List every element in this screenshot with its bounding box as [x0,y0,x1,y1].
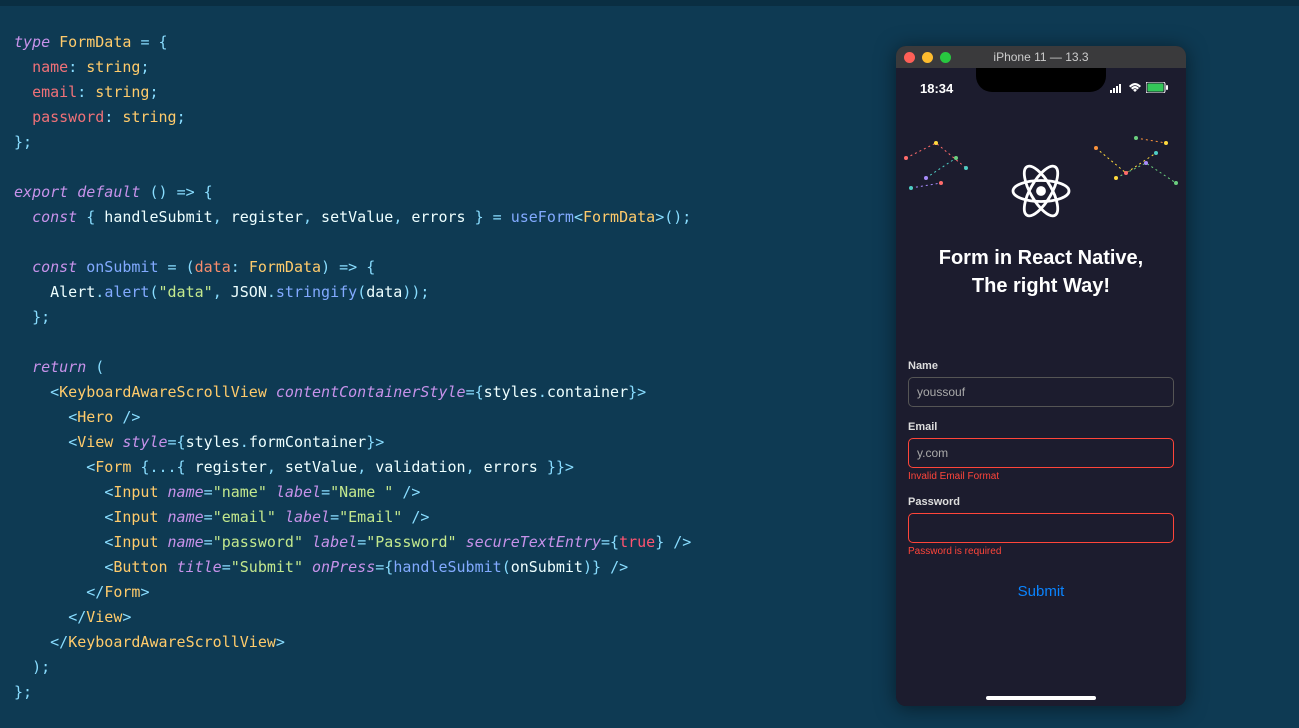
battery-icon [1146,81,1168,96]
name-field-group: Name [908,360,1174,407]
hero-title: Form in React Native, The right Way! [939,244,1144,300]
home-indicator[interactable] [986,696,1096,700]
status-icons [1110,81,1168,96]
name-input[interactable] [908,377,1174,407]
simulator-title: iPhone 11 — 13.3 [896,50,1186,64]
form-section: Name Email Invalid Email Format Password… [896,348,1186,608]
email-field-group: Email Invalid Email Format [908,421,1174,482]
status-time: 18:34 [920,81,953,96]
email-input[interactable] [908,438,1174,468]
email-error: Invalid Email Format [908,471,1174,482]
ios-simulator-window: iPhone 11 — 13.3 18:34 [896,46,1186,706]
react-logo-icon [1006,156,1076,226]
password-field-group: Password Password is required [908,496,1174,557]
hero-section: Form in React Native, The right Way! [896,108,1186,348]
code-editor[interactable]: type FormData = { name: string; email: s… [14,30,691,705]
wifi-icon [1128,81,1142,96]
phone-notch [976,68,1106,92]
name-label: Name [908,360,1174,372]
email-label: Email [908,421,1174,433]
simulator-titlebar[interactable]: iPhone 11 — 13.3 [896,46,1186,68]
editor-top-bar [0,0,1299,6]
password-label: Password [908,496,1174,508]
hero-title-line2: The right Way! [939,272,1144,300]
password-input[interactable] [908,513,1174,543]
submit-button[interactable]: Submit [908,575,1174,608]
hero-title-line1: Form in React Native, [939,244,1144,272]
password-error: Password is required [908,546,1174,557]
phone-screen: 18:34 [896,68,1186,706]
signal-icon [1110,81,1124,96]
